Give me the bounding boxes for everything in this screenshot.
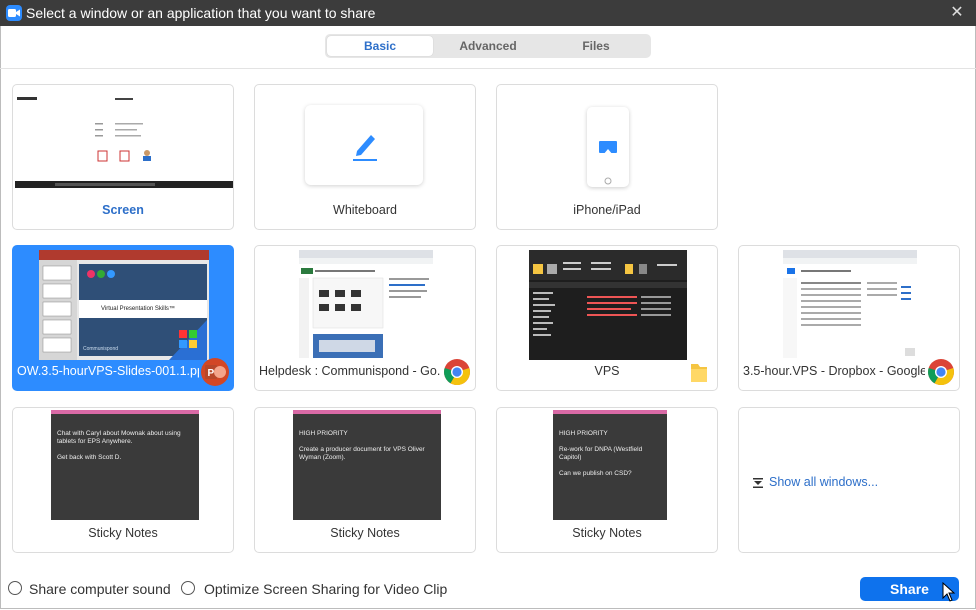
title-bar: Select a window or an application that y… <box>0 0 976 26</box>
helpdesk-label: Helpdesk : Communispond - Go... <box>259 364 441 378</box>
whiteboard-thumbnail <box>305 105 423 185</box>
share-option-whiteboard[interactable]: Whiteboard <box>254 84 476 230</box>
slide-brand: Communispond <box>83 346 119 352</box>
sticky-note-text: Get back with Scott D. <box>57 454 122 461</box>
share-option-dropbox[interactable]: 3.5-hour.VPS - Dropbox - Google... <box>738 245 960 391</box>
window-title: Select a window or an application that y… <box>26 5 376 21</box>
airplay-icon <box>599 141 617 185</box>
share-sound-label: Share computer sound <box>29 581 171 597</box>
footer: Share computer sound Optimize Screen Sha… <box>0 570 976 608</box>
tab-advanced[interactable]: Advanced <box>435 36 541 56</box>
screen-label: Screen <box>102 203 144 217</box>
tab-files[interactable]: Files <box>543 36 649 56</box>
share-option-powerpoint[interactable]: Virtual Presentation Skills™ Communispon… <box>12 245 234 391</box>
powerpoint-icon: P <box>201 358 229 386</box>
sticky-note-text: Create a producer document for VPS Olive… <box>299 446 425 461</box>
chrome-icon <box>927 358 955 386</box>
mouse-cursor-icon <box>942 582 956 602</box>
vps-thumbnail <box>529 250 687 360</box>
svg-text:P: P <box>208 368 215 379</box>
sticky-notes-label: Sticky Notes <box>572 526 642 540</box>
sticky-note-thumbnail: HIGH PRIORITY Create a producer document… <box>293 410 441 520</box>
sticky-note-text: HIGH PRIORITY <box>559 430 608 437</box>
dropbox-label: 3.5-hour.VPS - Dropbox - Google... <box>743 364 925 378</box>
share-option-sticky-notes-3[interactable]: HIGH PRIORITY Re-work for DNPA (Westfiel… <box>496 407 718 553</box>
sticky-note-thumbnail: HIGH PRIORITY Re-work for DNPA (Westfiel… <box>553 410 667 520</box>
sticky-note-text: Chat with Caryl about Mownak about using… <box>57 430 181 445</box>
share-option-helpdesk[interactable]: Helpdesk : Communispond - Go... <box>254 245 476 391</box>
close-icon[interactable]: ✕ <box>946 2 968 24</box>
vps-label: VPS <box>594 364 620 378</box>
iphone-thumbnail <box>587 107 629 187</box>
screen-thumbnail <box>15 93 233 189</box>
share-option-sticky-notes-2[interactable]: HIGH PRIORITY Create a producer document… <box>254 407 476 553</box>
slide-title: Virtual Presentation Skills™ <box>101 306 175 312</box>
sticky-note-text: HIGH PRIORITY <box>299 430 348 437</box>
share-option-screen[interactable]: Screen <box>12 84 234 230</box>
dropbox-thumbnail <box>783 250 917 360</box>
tab-basic[interactable]: Basic <box>327 36 433 56</box>
sticky-notes-label: Sticky Notes <box>88 526 158 540</box>
expand-icon <box>753 478 763 488</box>
tab-bar: Basic Advanced Files <box>325 34 651 58</box>
pen-icon <box>353 135 377 161</box>
share-option-vps-folder[interactable]: VPS <box>496 245 718 391</box>
optimize-video-checkbox[interactable] <box>181 581 195 595</box>
share-sound-checkbox[interactable] <box>8 581 22 595</box>
powerpoint-label: OW.3.5-hourVPS-Slides-001.1.ppt... <box>17 364 199 378</box>
zoom-app-icon <box>6 5 22 21</box>
sticky-note-text: Re-work for DNPA (Westfield Capitol) <box>559 446 643 461</box>
optimize-video-label: Optimize Screen Sharing for Video Clip <box>204 581 448 597</box>
share-option-iphone[interactable]: iPhone/iPad <box>496 84 718 230</box>
sticky-note-thumbnail: Chat with Caryl about Mownak about using… <box>51 410 199 520</box>
iphone-label: iPhone/iPad <box>573 203 641 217</box>
share-option-sticky-notes-1[interactable]: Chat with Caryl about Mownak about using… <box>12 407 234 553</box>
sticky-notes-label: Sticky Notes <box>330 526 400 540</box>
sticky-note-text: Can we publish on CSD? <box>559 470 632 477</box>
whiteboard-label: Whiteboard <box>333 203 397 217</box>
helpdesk-thumbnail <box>299 250 433 360</box>
chrome-icon <box>443 358 471 386</box>
show-all-windows[interactable]: Show all windows... <box>738 407 960 553</box>
divider <box>0 68 976 69</box>
powerpoint-thumbnail: Virtual Presentation Skills™ Communispon… <box>39 250 209 360</box>
show-all-windows-link[interactable]: Show all windows... <box>769 475 878 489</box>
folder-icon <box>685 358 713 386</box>
